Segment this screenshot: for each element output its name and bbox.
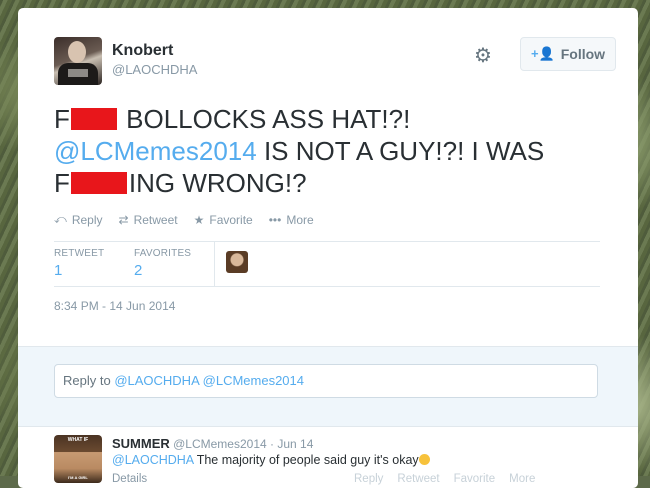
reply-tweet-more[interactable]: More (509, 473, 535, 485)
tweet-line-1-rest: BOLLOCKS ASS HAT!?! (126, 104, 411, 134)
star-icon: ★ (193, 212, 205, 227)
tweet-mention-link[interactable]: @LCMemes2014 (54, 136, 257, 166)
reply-label: Reply (71, 212, 103, 227)
favorite-label: Favorite (209, 212, 253, 227)
more-label: More (286, 212, 314, 227)
favorites-stat-count: 2 (134, 262, 143, 279)
reply-tweet-reply[interactable]: Reply (354, 473, 383, 485)
redaction-bar (70, 108, 117, 130)
avatar-meme-top-text: WHAT IF (67, 437, 89, 443)
reply-author-meta: @LCMemes2014 · Jun 14 (169, 437, 314, 451)
reply-tweet[interactable]: WHAT IF I'M A GIRL SUMMER @LCMemes2014 ·… (18, 426, 638, 488)
tweet-line-2: @LCMemes2014 IS NOT A GUY!?! I WAS (54, 135, 614, 167)
author-avatar[interactable] (54, 37, 102, 85)
reply-tweet-header: SUMMER @LCMemes2014 · Jun 14 (112, 436, 313, 451)
tweet-line-3-rest: ING WRONG!? (128, 168, 307, 198)
reply-tweet-actions: Reply Retweet Favorite More (354, 473, 535, 485)
reply-icon: ⤺ (54, 212, 67, 226)
reply-input-mentions: @LAOCHDHA @LCMemes2014 (114, 373, 304, 388)
tweet-line-2-rest: IS NOT A GUY!?! I WAS (256, 136, 545, 166)
stats-divider (214, 242, 215, 286)
tweet-stats: RETWEET 1 FAVORITES 2 (54, 241, 600, 287)
retweet-stat-count: 1 (54, 262, 63, 279)
avatar-shirt-print (68, 69, 88, 77)
reply-mention-link[interactable]: @LAOCHDHA (112, 453, 193, 467)
tweet-text: F BOLLOCKS ASS HAT!?! @LCMemes2014 IS NO… (54, 103, 614, 199)
avatar-face (68, 41, 86, 63)
tweet-line-1: F BOLLOCKS ASS HAT!?! (54, 103, 614, 135)
reply-details-link[interactable]: Details (112, 473, 147, 485)
retweet-stat-label: RETWEET (54, 248, 105, 259)
author-username[interactable]: @LAOCHDHA (112, 62, 197, 77)
redaction-bar (70, 172, 127, 194)
author-display-name[interactable]: Knobert (112, 42, 173, 60)
favorites-stat[interactable]: FAVORITES 2 (134, 248, 191, 279)
reply-area: Reply to @LAOCHDHA @LCMemes2014 (18, 346, 638, 427)
reply-body: The majority of people said guy it's oka… (193, 453, 419, 467)
reply-action[interactable]: ⤺ Reply (54, 212, 103, 227)
tweet-card: Knobert @LAOCHDHA ⚙ +👤 Follow F BOLLOCKS… (18, 8, 638, 488)
retweet-label: Retweet (133, 212, 178, 227)
favorites-stat-label: FAVORITES (134, 248, 192, 259)
reply-input[interactable]: Reply to @LAOCHDHA @LCMemes2014 (54, 364, 598, 398)
retweet-icon: ⇄ (118, 212, 129, 227)
reply-author-name[interactable]: SUMMER (112, 436, 170, 451)
retweet-action[interactable]: ⇄ Retweet (119, 212, 178, 227)
more-action[interactable]: ••• More (269, 212, 314, 227)
retweet-stat[interactable]: RETWEET 1 (54, 248, 104, 279)
tweet-timestamp[interactable]: 8:34 PM - 14 Jun 2014 (54, 299, 175, 313)
tweet-header: Knobert @LAOCHDHA ⚙ +👤 Follow (54, 37, 616, 97)
favoriter-avatar[interactable] (226, 251, 248, 273)
tweet-line-3: F ING WRONG!? (54, 167, 614, 199)
reply-tweet-favorite[interactable]: Favorite (454, 473, 496, 485)
favorite-action[interactable]: ★ Favorite (194, 212, 253, 227)
follow-user-icon: +👤 (530, 46, 555, 61)
reply-tweet-text: @LAOCHDHA The majority of people said gu… (112, 453, 430, 467)
reply-input-prefix: Reply to (63, 373, 115, 388)
reply-tweet-retweet[interactable]: Retweet (397, 473, 439, 485)
crying-laughing-emoji-icon (418, 454, 430, 465)
gear-icon[interactable]: ⚙ (472, 45, 494, 67)
follow-button[interactable]: +👤 Follow (520, 37, 616, 71)
tweet-line-1-prefix: F (54, 104, 70, 134)
follow-label: Follow (560, 46, 606, 62)
tweet-line-3-prefix: F (54, 168, 70, 198)
more-dots-icon: ••• (268, 212, 282, 227)
tweet-actions: ⤺ Reply ⇄ Retweet ★ Favorite ••• More (54, 212, 314, 227)
